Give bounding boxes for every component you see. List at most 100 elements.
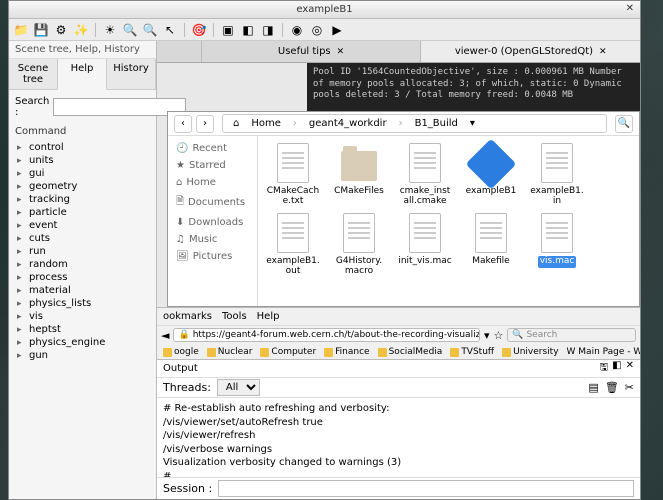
cube-icon[interactable]: ▣ bbox=[220, 22, 236, 38]
folder-icon[interactable]: 📁 bbox=[13, 22, 29, 38]
cmd-heptst[interactable]: ▸heptst bbox=[13, 323, 152, 336]
file-item[interactable]: Makefile bbox=[462, 212, 520, 278]
cmd-run[interactable]: ▸run bbox=[13, 245, 152, 258]
breadcrumb[interactable]: ⌂ Home›geant4_workdir›B1_Build▾ bbox=[222, 114, 607, 133]
cmd-tracking[interactable]: ▸tracking bbox=[13, 193, 152, 206]
nav-back-icon[interactable]: ◄ bbox=[161, 329, 169, 342]
pointer-icon[interactable]: ↖ bbox=[162, 22, 178, 38]
cmd-vis[interactable]: ▸vis bbox=[13, 310, 152, 323]
output-detach-icon[interactable]: ◧ bbox=[612, 360, 621, 377]
sidebar-item-pictures[interactable]: 🖼Pictures bbox=[170, 248, 255, 265]
filter-icon[interactable]: ▤ bbox=[588, 381, 598, 394]
chevron-down-icon[interactable]: ▾ bbox=[466, 117, 479, 130]
fm-sidebar: 🕘Recent★Starred⌂Home🗎Documents⬇Downloads… bbox=[168, 136, 258, 306]
file-label: cmake_install.cmake bbox=[396, 186, 454, 208]
cmd-geometry[interactable]: ▸geometry bbox=[13, 180, 152, 193]
cmd-gui[interactable]: ▸gui bbox=[13, 167, 152, 180]
cmd-gun[interactable]: ▸gun bbox=[13, 349, 152, 362]
menu-ookmarks[interactable]: ookmarks bbox=[163, 311, 212, 322]
circle1-icon[interactable]: ◉ bbox=[289, 22, 305, 38]
sidebar-item-downloads[interactable]: ⬇Downloads bbox=[170, 214, 255, 231]
circle2-icon[interactable]: ◎ bbox=[309, 22, 325, 38]
left-panel: Scene tree, Help, History Scene treeHelp… bbox=[9, 41, 157, 499]
file-item[interactable]: G4History.macro bbox=[330, 212, 388, 278]
chevron-right-icon: ▸ bbox=[17, 312, 27, 322]
search-button[interactable]: 🔍 bbox=[615, 115, 633, 133]
address-bar[interactable]: 🔒 https://geant4-forum.web.cern.ch/t/abo… bbox=[173, 328, 480, 342]
tab-history[interactable]: History bbox=[107, 59, 156, 89]
sidebar-item-recent[interactable]: 🕘Recent bbox=[170, 140, 255, 157]
breadcrumb-segment[interactable]: geant4_workdir bbox=[305, 117, 391, 130]
bookmark-item[interactable]: University bbox=[502, 347, 558, 357]
cmd-process[interactable]: ▸process bbox=[13, 271, 152, 284]
cmd-physics_engine[interactable]: ▸physics_engine bbox=[13, 336, 152, 349]
tab-close-icon[interactable]: ✕ bbox=[337, 47, 345, 57]
menu-help[interactable]: Help bbox=[257, 311, 280, 322]
bookmark-item[interactable]: TVStuff bbox=[450, 347, 494, 357]
sun-icon[interactable]: ☀ bbox=[102, 22, 118, 38]
cmd-material[interactable]: ▸material bbox=[13, 284, 152, 297]
file-item[interactable]: CMakeCache.txt bbox=[264, 142, 322, 208]
cmd-particle[interactable]: ▸particle bbox=[13, 206, 152, 219]
threads-select[interactable]: All bbox=[217, 379, 260, 396]
bookmark-item[interactable]: Finance bbox=[324, 347, 369, 357]
gear-icon[interactable]: ⚙ bbox=[53, 22, 69, 38]
file-manager-window: ‹ › ⌂ Home›geant4_workdir›B1_Build▾ 🔍 🕘R… bbox=[167, 111, 640, 307]
chevron-right-icon: ▸ bbox=[17, 182, 27, 192]
cut-icon[interactable]: ✂ bbox=[625, 381, 634, 394]
cmd-physics_lists[interactable]: ▸physics_lists bbox=[13, 297, 152, 310]
file-item[interactable]: vis.mac bbox=[528, 212, 586, 278]
cmd-random[interactable]: ▸random bbox=[13, 258, 152, 271]
window-close-icon[interactable]: ✕ bbox=[626, 3, 634, 14]
dropdown-icon[interactable]: ▾ bbox=[484, 329, 490, 342]
file-item[interactable]: cmake_install.cmake bbox=[396, 142, 454, 208]
file-item[interactable]: exampleB1 bbox=[462, 142, 520, 208]
view-tab[interactable]: Useful tips✕ bbox=[201, 41, 421, 62]
file-item[interactable]: CMakeFiles bbox=[330, 142, 388, 208]
file-item[interactable]: exampleB1.in bbox=[528, 142, 586, 208]
bookmark-item[interactable]: W Main Page - Wikipedi… bbox=[567, 347, 640, 357]
view-tab[interactable]: viewer-0 (OpenGLStoredQt)✕ bbox=[420, 41, 640, 62]
cmd-cuts[interactable]: ▸cuts bbox=[13, 232, 152, 245]
bookmark-item[interactable]: oogle bbox=[163, 347, 199, 357]
cmd-units[interactable]: ▸units bbox=[13, 154, 152, 167]
session-input[interactable] bbox=[218, 480, 634, 497]
nav-forward-button[interactable]: › bbox=[196, 115, 214, 133]
search-icon[interactable]: 🔍 bbox=[122, 22, 138, 38]
sidebar-item-home[interactable]: ⌂Home bbox=[170, 174, 255, 191]
nav-back-button[interactable]: ‹ bbox=[174, 115, 192, 133]
search-icon[interactable]: 🔍 bbox=[142, 22, 158, 38]
breadcrumb-segment[interactable]: B1_Build bbox=[411, 117, 462, 130]
bookmark-item[interactable]: Computer bbox=[260, 347, 316, 357]
cube3-icon[interactable]: ◨ bbox=[260, 22, 276, 38]
sidebar-item-starred[interactable]: ★Starred bbox=[170, 157, 255, 174]
tab-help[interactable]: Help bbox=[58, 59, 107, 90]
output-text[interactable]: # Re-establish auto refreshing and verbo… bbox=[157, 398, 640, 477]
sidebar-item-music[interactable]: ♫Music bbox=[170, 231, 255, 248]
menu-tools[interactable]: Tools bbox=[222, 311, 247, 322]
cmd-event[interactable]: ▸event bbox=[13, 219, 152, 232]
breadcrumb-segment[interactable]: Home bbox=[247, 117, 285, 130]
output-close-icon[interactable]: ✕ bbox=[626, 360, 634, 377]
sidebar-item-documents[interactable]: 🗎Documents bbox=[170, 191, 255, 214]
file-item[interactable]: init_vis.mac bbox=[396, 212, 454, 278]
home-icon[interactable]: ⌂ bbox=[229, 117, 243, 130]
cube2-icon[interactable]: ◧ bbox=[240, 22, 256, 38]
target-icon[interactable]: 🎯 bbox=[191, 22, 207, 38]
file-item[interactable]: exampleB1.out bbox=[264, 212, 322, 278]
cmd-control[interactable]: ▸control bbox=[13, 141, 152, 154]
browser-search-input[interactable]: 🔍 Search bbox=[507, 328, 636, 342]
main-toolbar: 📁💾⚙✨☀🔍🔍↖🎯▣◧◨◉◎▶ bbox=[9, 19, 640, 41]
tab-scene-tree[interactable]: Scene tree bbox=[9, 59, 58, 89]
output-save-icon[interactable]: 🖫 bbox=[600, 360, 609, 377]
play-icon[interactable]: ▶ bbox=[329, 22, 345, 38]
file-label: exampleB1.in bbox=[528, 186, 586, 208]
floppy-icon[interactable]: 💾 bbox=[33, 22, 49, 38]
clear-icon[interactable]: 🗑 bbox=[605, 381, 619, 394]
bookmark-item[interactable]: Nuclear bbox=[207, 347, 253, 357]
bookmark-item[interactable]: SocialMedia bbox=[378, 347, 443, 357]
wand-icon[interactable]: ✨ bbox=[73, 22, 89, 38]
tab-close-icon[interactable]: ✕ bbox=[599, 47, 607, 57]
chevron-right-icon: ▸ bbox=[17, 260, 27, 270]
star-icon[interactable]: ☆ bbox=[494, 329, 504, 342]
